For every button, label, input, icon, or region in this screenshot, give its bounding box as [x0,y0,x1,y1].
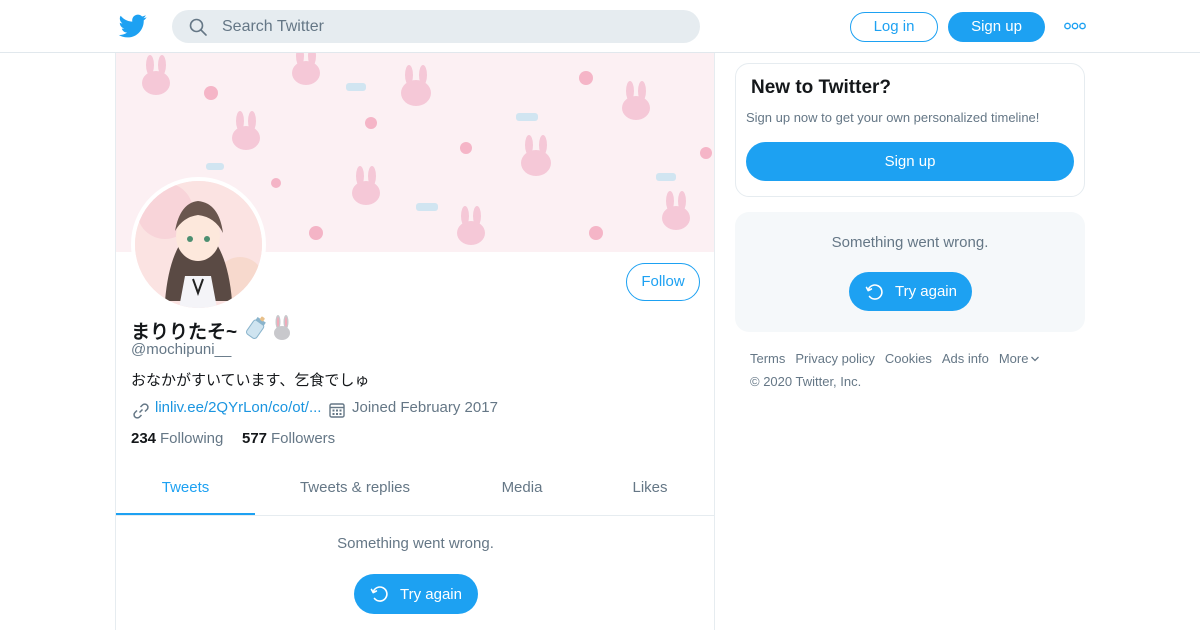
search-icon [189,18,207,36]
refresh-icon [865,284,883,300]
more-options-icon[interactable] [1064,20,1086,32]
footer-more-label: More [998,351,1029,366]
following-label[interactable]: Following [160,430,223,447]
profile-avatar[interactable] [131,177,266,312]
link-icon [133,403,149,419]
timeline-error-message: Something went wrong. [337,535,494,552]
profile-bio: おなかがすいています、乞食でしゅ [131,372,370,389]
profile-column: Follow まりりたそ~ @mochipuni__ おなかがすいています、乞食… [115,53,715,630]
try-again-label: Try again [400,585,462,603]
footer-link-cookies[interactable]: Cookies [885,351,932,366]
sidebar-error-card: Something went wrong. Try again [735,212,1085,332]
sidebar-footer: Terms Privacy policy Cookies Ads info More ©… [750,351,1085,389]
profile-joined-date: Joined February 2017 [352,399,498,416]
profile-tabs: Tweets Tweets & replies Media Likes [116,463,714,516]
footer-link-terms[interactable]: Terms [750,351,785,366]
sidebar-error-message: Something went wrong. [831,234,989,251]
try-again-label: Try again [895,283,957,300]
calendar-icon [329,403,345,418]
footer-link-more[interactable]: More [999,351,1041,366]
sidebar-sign-up-button[interactable]: Sign up [746,142,1074,181]
tab-tweets-and-replies[interactable]: Tweets & replies [266,463,444,515]
new-to-twitter-subtitle: Sign up now to get your own personalized… [746,110,1040,125]
baby-bottle-and-rabbit-emoji-icon [246,315,290,340]
refresh-icon [370,586,388,602]
sidebar-try-again-button[interactable]: Try again [849,272,972,311]
tab-media[interactable]: Media [472,463,572,515]
follow-button[interactable]: Follow [626,263,700,301]
following-count[interactable]: 234 [131,430,156,447]
top-navigation-bar: Search Twitter Log in Sign up [0,0,1200,53]
footer-copyright: © 2020 Twitter, Inc. [750,374,862,389]
twitter-bird-logo-icon[interactable] [118,12,148,40]
profile-website-link[interactable]: linliv.ee/2QYrLon/co/ot/... [155,399,321,416]
chevron-down-icon [1031,356,1040,362]
profile-handle: @mochipuni__ [131,341,232,358]
search-box[interactable]: Search Twitter [172,10,700,43]
followers-label[interactable]: Followers [271,430,335,447]
footer-link-privacy-policy[interactable]: Privacy policy [795,351,874,366]
timeline-try-again-button[interactable]: Try again [354,574,478,614]
followers-count[interactable]: 577 [242,430,267,447]
profile-display-name: まりりたそ~ [131,322,238,343]
search-placeholder: Search Twitter [222,18,324,35]
new-to-twitter-title: New to Twitter? [751,77,892,98]
footer-link-ads-info[interactable]: Ads info [942,351,989,366]
new-to-twitter-card: New to Twitter? Sign up now to get your … [735,63,1085,197]
sign-up-button[interactable]: Sign up [948,12,1045,42]
tab-tweets[interactable]: Tweets [116,463,255,515]
tab-likes[interactable]: Likes [600,463,700,515]
log-in-button[interactable]: Log in [850,12,938,42]
